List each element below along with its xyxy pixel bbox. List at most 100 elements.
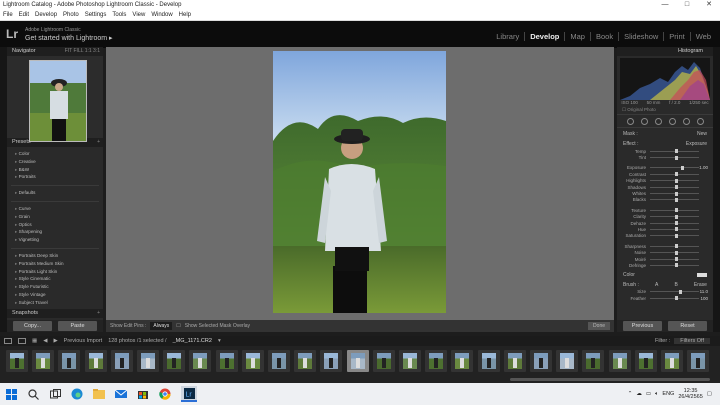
slider-knob[interactable] — [674, 296, 678, 301]
copy-button[interactable]: Copy... — [13, 321, 52, 331]
filmstrip-thumbnail[interactable] — [608, 350, 631, 372]
cloud-icon[interactable]: ☁ — [636, 391, 642, 397]
filmstrip-thumbnail[interactable] — [661, 350, 683, 372]
mask-new-button[interactable]: New — [697, 131, 707, 137]
slider-knob[interactable] — [674, 208, 678, 213]
slider-track[interactable] — [650, 250, 699, 255]
preset-item[interactable]: Portraits Light Skin — [15, 268, 103, 276]
effect-select[interactable]: Exposure — [686, 141, 707, 147]
filmstrip-thumbnail[interactable] — [634, 350, 657, 372]
preset-item[interactable]: Style Futuristic — [15, 283, 103, 291]
second-window-icon[interactable] — [18, 338, 26, 344]
filmstrip-thumbnail[interactable] — [372, 350, 395, 372]
edge-browser-icon[interactable] — [71, 388, 83, 400]
task-view-icon[interactable] — [49, 388, 61, 400]
slider-knob[interactable] — [679, 289, 683, 294]
slider-value[interactable]: 1.00 — [699, 165, 708, 170]
module-library[interactable]: Library — [491, 32, 526, 41]
back-arrow-icon[interactable]: ◀ — [43, 338, 47, 344]
slider-knob[interactable] — [674, 172, 678, 177]
preset-item[interactable]: Style Cinematic — [15, 275, 103, 283]
main-window-icon[interactable] — [4, 338, 12, 344]
slider-knob[interactable] — [674, 244, 678, 249]
slider-knob[interactable] — [674, 155, 678, 160]
previous-button[interactable]: Previous — [623, 321, 662, 331]
snapshots-header[interactable]: Snapshots + — [7, 308, 103, 318]
brush-b-tab[interactable]: B — [674, 282, 677, 288]
store-icon[interactable] — [137, 388, 149, 400]
add-preset-icon[interactable]: + — [97, 138, 103, 147]
slider-track[interactable] — [650, 257, 699, 262]
slider-track[interactable] — [650, 208, 699, 213]
slider-track[interactable] — [650, 289, 699, 294]
original-photo-checkbox[interactable]: ☐ Original Photo — [617, 107, 713, 114]
slider-knob[interactable] — [674, 221, 678, 226]
slider-track[interactable] — [650, 296, 699, 301]
filmstrip-thumbnail[interactable] — [451, 350, 474, 372]
filmstrip-thumbnail[interactable] — [346, 350, 369, 372]
preset-item[interactable]: Defaults — [15, 189, 103, 197]
spot-removal-icon[interactable] — [640, 117, 648, 125]
filmstrip-thumbnail[interactable] — [241, 350, 264, 372]
preset-item[interactable]: B&W — [15, 166, 103, 174]
radial-filter-icon[interactable] — [682, 117, 690, 125]
slider-knob[interactable] — [674, 191, 678, 196]
minimize-button[interactable]: — — [654, 0, 676, 10]
forward-arrow-icon[interactable]: ▶ — [53, 338, 57, 344]
scroll-thumb[interactable] — [510, 378, 710, 381]
preset-item[interactable]: Subject Travel — [15, 299, 103, 307]
slider-track[interactable] — [650, 185, 699, 190]
slider-track[interactable] — [650, 155, 699, 160]
slider-track[interactable] — [650, 233, 699, 238]
file-explorer-icon[interactable] — [93, 388, 105, 400]
slider-knob[interactable] — [674, 257, 678, 262]
preset-item[interactable]: Curve — [15, 205, 103, 213]
filmstrip-thumbnail[interactable] — [215, 350, 238, 372]
slider-knob[interactable] — [674, 233, 678, 238]
filmstrip-thumbnail[interactable] — [32, 350, 55, 372]
menu-help[interactable]: Help — [176, 10, 194, 20]
slider-track[interactable] — [650, 244, 699, 249]
menu-edit[interactable]: Edit — [16, 10, 32, 20]
filmstrip-source[interactable]: Previous Import — [64, 338, 103, 344]
filmstrip-thumbnail[interactable] — [477, 350, 500, 372]
menu-view[interactable]: View — [129, 10, 148, 20]
brush-icon[interactable] — [696, 117, 704, 125]
slider-track[interactable] — [650, 191, 699, 196]
language-indicator[interactable]: ENG — [662, 391, 674, 397]
selected-filename[interactable]: _MG_1171.CR2 — [173, 338, 212, 344]
preset-item[interactable]: Portraits Deep Skin — [15, 252, 103, 260]
module-map[interactable]: Map — [565, 32, 591, 41]
histogram[interactable] — [620, 58, 710, 100]
crop-tool-icon[interactable] — [626, 117, 634, 125]
main-photo[interactable] — [273, 51, 446, 313]
preset-item[interactable]: Color — [15, 150, 103, 158]
slider-track[interactable] — [650, 149, 699, 154]
preset-item[interactable]: Grain — [15, 213, 103, 221]
filmstrip-thumbnail[interactable] — [84, 350, 107, 372]
brush-a-tab[interactable]: A — [655, 282, 658, 288]
filmstrip-thumbnail[interactable] — [189, 350, 212, 372]
slider-feather[interactable]: Feather 100 — [617, 295, 713, 301]
left-panel-edge[interactable] — [0, 47, 7, 332]
right-panel-edge[interactable] — [713, 47, 720, 332]
module-web[interactable]: Web — [691, 32, 716, 41]
filter-select[interactable]: Filters Off — [674, 338, 710, 344]
slider-track[interactable] — [650, 221, 699, 226]
color-swatch[interactable] — [697, 272, 707, 277]
filmstrip-thumbnail[interactable] — [556, 350, 579, 372]
slider-track[interactable] — [650, 178, 699, 183]
histogram-header[interactable]: Histogram — [617, 47, 713, 56]
slider-value[interactable]: 11.0 — [699, 289, 708, 294]
preset-item[interactable]: Creative — [15, 158, 103, 166]
brush-erase-tab[interactable]: Erase — [694, 282, 707, 288]
filmstrip-thumbnail[interactable] — [58, 350, 81, 372]
slider-knob[interactable] — [674, 185, 678, 190]
preset-item[interactable]: Style Vintage — [15, 291, 103, 299]
filmstrip-thumbnail[interactable] — [294, 350, 317, 372]
navigator-preview[interactable] — [7, 56, 103, 142]
filmstrip-thumbnail[interactable] — [687, 350, 710, 372]
filmstrip-thumbnail[interactable] — [320, 350, 343, 372]
get-started-link[interactable]: Get started with Lightroom ▸ — [25, 34, 113, 42]
menu-window[interactable]: Window — [148, 10, 175, 20]
